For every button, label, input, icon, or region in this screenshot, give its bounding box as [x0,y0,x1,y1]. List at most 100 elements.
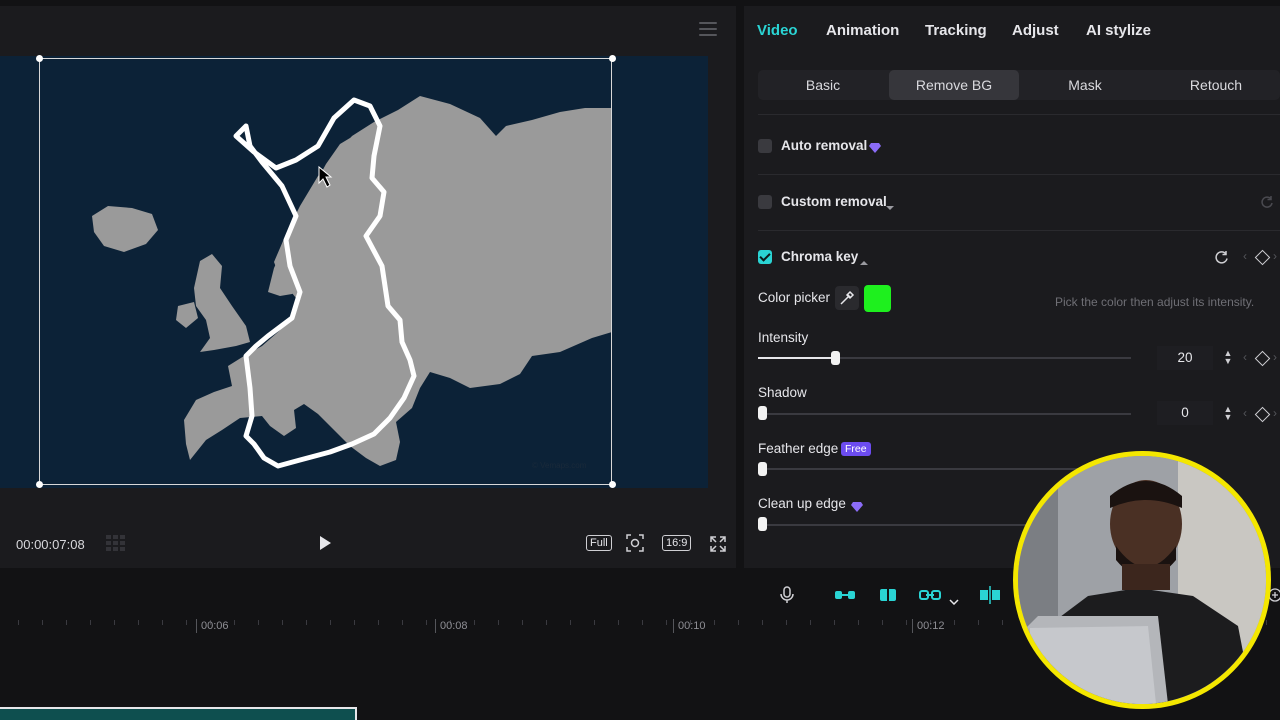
ruler-major-tick [196,619,197,633]
reset-icon[interactable] [1214,250,1229,270]
ruler-minor-tick [738,620,739,625]
chevron-right-icon[interactable]: › [1273,249,1277,263]
clean-up-edge-slider-knob[interactable] [758,517,767,531]
caret-down-icon[interactable] [885,198,895,216]
ruler-minor-tick [546,620,547,625]
resize-handle-tr[interactable] [609,55,616,62]
preview-axis-icon[interactable] [979,586,1001,607]
ruler-minor-tick [90,620,91,625]
caret-up-icon[interactable] [859,253,869,271]
ruler-minor-tick [426,620,427,625]
ruler-minor-tick [18,620,19,625]
ruler-major-tick [435,619,436,633]
chevron-left-icon[interactable]: ‹ [1243,350,1247,364]
feather-edge-label: Feather edge [758,441,839,456]
divider [758,174,1280,175]
full-button[interactable]: Full [586,535,612,551]
shadow-label: Shadow [758,385,807,400]
ruler-minor-tick [258,620,259,625]
ruler-minor-tick [1266,620,1267,625]
ruler-minor-tick [354,620,355,625]
tab-tracking[interactable]: Tracking [925,22,987,39]
ruler-minor-tick [858,620,859,625]
subtab-retouch[interactable]: Retouch [1151,70,1280,100]
intensity-label: Intensity [758,330,809,345]
ruler-minor-tick [402,620,403,625]
tab-adjust[interactable]: Adjust [1012,22,1059,39]
chain-link-icon[interactable] [919,588,941,605]
tab-ai-stylize[interactable]: AI stylize [1086,22,1151,39]
link-clips-icon[interactable] [834,588,856,605]
ruler-minor-tick [114,620,115,625]
premium-gem-icon [851,499,863,512]
premium-gem-icon [869,140,881,153]
subtab-mask[interactable]: Mask [1020,70,1150,100]
resize-handle-br[interactable] [609,481,616,488]
reset-icon[interactable] [1260,195,1274,214]
subtab-bar: Basic Remove BG Mask Retouch [758,70,1280,100]
intensity-slider-fill [758,357,836,359]
chevron-left-icon[interactable]: ‹ [1243,249,1247,263]
shadow-stepper[interactable]: ▲ ▼ [1223,405,1233,422]
ruler-minor-tick [186,620,187,625]
menu-icon[interactable] [699,22,717,36]
chroma-key-checkbox[interactable] [758,250,772,264]
eyedropper-icon [840,290,855,305]
ruler-label: 00:08 [440,620,468,632]
tab-video[interactable]: Video [757,22,798,39]
chevron-down-icon[interactable] [949,592,959,610]
chroma-key-label: Chroma key [781,249,859,264]
shadow-slider-track[interactable] [758,413,1131,415]
ruler-minor-tick [882,620,883,625]
ruler-minor-tick [666,620,667,625]
ruler-minor-tick [1002,620,1003,625]
subtab-basic[interactable]: Basic [758,70,888,100]
fullscreen-icon[interactable] [709,535,727,558]
intensity-stepper[interactable]: ▲ ▼ [1223,349,1233,366]
screenshot-icon[interactable] [625,533,645,558]
subtab-remove-bg[interactable]: Remove BG [889,70,1019,100]
ruler-minor-tick [762,620,763,625]
feather-edge-slider-knob[interactable] [758,462,767,476]
presenter-video [1018,456,1266,704]
ruler-minor-tick [306,620,307,625]
intensity-slider-knob[interactable] [831,351,840,365]
shadow-slider-knob[interactable] [758,406,767,420]
ruler-label: 00:12 [917,620,945,632]
custom-removal-checkbox[interactable] [758,195,772,209]
eyedropper-button[interactable] [835,286,859,310]
ruler-minor-tick [498,620,499,625]
ruler-minor-tick [66,620,67,625]
ruler-minor-tick [978,620,979,625]
grid-icon[interactable] [106,535,130,551]
ruler-minor-tick [594,620,595,625]
magnet-snap-icon[interactable] [877,586,899,607]
auto-removal-checkbox[interactable] [758,139,772,153]
selection-box[interactable] [39,58,612,485]
clean-up-edge-label: Clean up edge [758,496,846,511]
chevron-right-icon[interactable]: › [1273,406,1277,420]
microphone-icon[interactable] [780,586,794,609]
ruler-minor-tick [642,620,643,625]
ruler-label: 00:06 [201,620,229,632]
intensity-input[interactable]: 20 [1157,346,1213,370]
resize-handle-tl[interactable] [36,55,43,62]
chevron-left-icon[interactable]: ‹ [1243,406,1247,420]
color-swatch[interactable] [864,285,891,312]
ruler-minor-tick [810,620,811,625]
ruler-minor-tick [282,620,283,625]
ruler-minor-tick [330,620,331,625]
color-picker-label: Color picker [758,290,831,305]
current-timecode: 00:00:07:08 [16,537,85,552]
ruler-minor-tick [138,620,139,625]
shadow-input[interactable]: 0 [1157,401,1213,425]
ruler-minor-tick [378,620,379,625]
chevron-right-icon[interactable]: › [1273,350,1277,364]
play-icon[interactable] [318,535,332,556]
resize-handle-bl[interactable] [36,481,43,488]
ruler-minor-tick [234,620,235,625]
ruler-label: 00:10 [678,620,706,632]
tab-animation[interactable]: Animation [826,22,899,39]
video-clip[interactable] [0,707,357,720]
aspect-ratio-button[interactable]: 16:9 [662,535,692,551]
